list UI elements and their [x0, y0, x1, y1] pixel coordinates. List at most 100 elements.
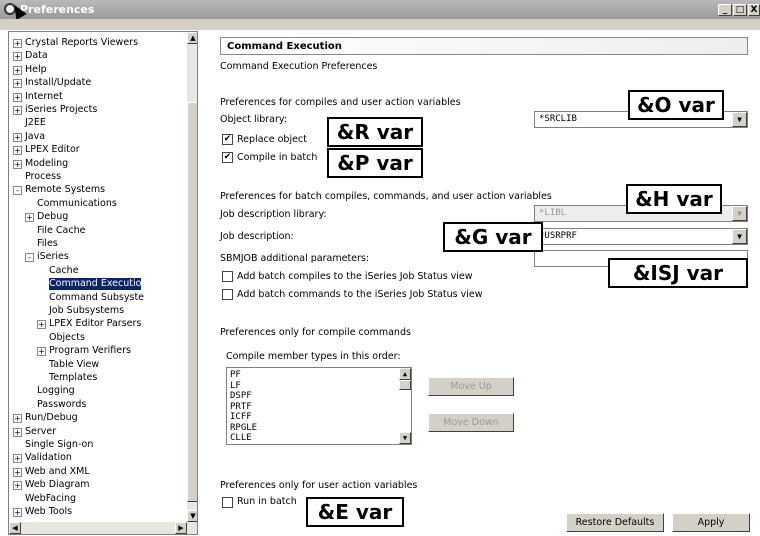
member-types-list[interactable]: PF LF DSPF PRTF ICFF RPGLE CLLE ▲ ▼ — [226, 367, 412, 445]
add-batch-compiles-checkbox[interactable] — [222, 271, 233, 282]
tree-item[interactable]: Process — [25, 171, 61, 183]
tree-item[interactable]: Passwords — [37, 399, 86, 411]
tree-horizontal-scrollbar[interactable]: ◀ ▶ — [9, 522, 197, 534]
list-item[interactable]: LF — [230, 381, 241, 391]
tree-item[interactable]: + Web and XML — [13, 466, 90, 478]
close-icon[interactable]: X — [748, 4, 760, 16]
expand-icon[interactable]: + — [13, 414, 22, 424]
tree-item[interactable]: + LPEX Editor — [13, 144, 80, 156]
tree-item[interactable]: + Debug — [25, 211, 68, 223]
scroll-down-icon[interactable]: ▼ — [399, 432, 411, 444]
expand-icon[interactable]: + — [13, 454, 22, 464]
tree-item[interactable]: + Run/Debug — [13, 412, 78, 424]
chevron-down-icon[interactable]: ▼ — [732, 229, 747, 244]
list-item[interactable]: DSPF — [230, 391, 252, 401]
tree-item[interactable]: Templates — [49, 372, 97, 384]
tree-item-label: Run/Debug — [25, 412, 78, 424]
scroll-left-icon[interactable]: ◀ — [9, 522, 21, 534]
tree-item[interactable]: + Internet — [13, 91, 63, 103]
tree-item[interactable]: + Crystal Reports Viewers — [13, 37, 138, 49]
tree-item[interactable]: Files — [37, 238, 58, 250]
expand-icon[interactable]: + — [13, 106, 22, 115]
tree-item[interactable]: Cache — [49, 265, 79, 277]
tree-item[interactable]: Command Executio — [49, 278, 142, 291]
tree-item[interactable]: WebFacing — [25, 493, 76, 505]
tree-item[interactable]: - Remote Systems — [13, 184, 105, 196]
apply-button[interactable]: Apply — [672, 513, 750, 532]
tree-item[interactable]: Command Subsyste — [49, 292, 144, 304]
page-subtitle: Command Execution Preferences — [220, 61, 378, 72]
scroll-thumb[interactable] — [187, 102, 197, 502]
list-item[interactable]: CLLE — [230, 433, 252, 443]
expand-icon[interactable]: + — [13, 79, 22, 89]
expand-icon[interactable]: + — [13, 39, 22, 48]
list-item[interactable]: PRTF — [230, 402, 252, 412]
list-item[interactable]: ICFF — [230, 412, 252, 422]
tree-item[interactable]: Single Sign-on — [25, 439, 93, 451]
expand-icon[interactable]: + — [25, 213, 34, 223]
move-down-button[interactable]: Move Down — [428, 413, 514, 432]
expand-icon[interactable]: + — [37, 320, 46, 330]
tree-item-label: Data — [25, 50, 48, 62]
tree-item-label: Cache — [49, 264, 79, 276]
tree-vertical-scrollbar[interactable]: ▲ ▼ — [187, 32, 197, 522]
move-up-button[interactable]: Move Up — [428, 377, 514, 396]
tree-item[interactable]: Job Subsystems — [49, 305, 124, 317]
tree-item[interactable]: + Web Diagram — [13, 479, 90, 491]
scroll-down-icon[interactable]: ▼ — [187, 510, 197, 522]
tree-item[interactable]: + Help — [13, 64, 47, 76]
collapse-icon[interactable]: - — [13, 186, 22, 196]
expand-icon[interactable]: + — [13, 52, 22, 62]
tree-item[interactable]: + Data — [13, 50, 48, 62]
compile-in-batch-checkbox[interactable]: ✔ — [222, 152, 233, 163]
tree-item[interactable]: + LPEX Editor Parsers — [37, 318, 141, 330]
scroll-thumb[interactable] — [399, 380, 411, 390]
callout-isj-var: &ISJ var — [608, 258, 748, 288]
expand-icon[interactable]: + — [37, 347, 46, 357]
list-item[interactable]: RPGLE — [230, 423, 257, 433]
window-titlebar[interactable]: Preferences _ □ X — [0, 0, 760, 19]
tree-item-label: Objects — [49, 331, 85, 343]
tree-item[interactable]: + Program Verifiers — [37, 345, 131, 357]
tree-item[interactable]: + Server — [13, 426, 56, 438]
tree-item-label: Process — [25, 171, 62, 182]
tree-item[interactable]: + Install/Update — [13, 77, 91, 89]
tree-item[interactable]: + Modeling — [13, 158, 68, 170]
expand-icon[interactable]: + — [13, 132, 22, 142]
scroll-up-icon[interactable]: ▲ — [399, 368, 411, 380]
maximize-icon[interactable]: □ — [733, 4, 747, 16]
scroll-right-icon[interactable]: ▶ — [175, 522, 187, 534]
tree-item[interactable]: J2EE — [25, 117, 46, 129]
tree-item[interactable]: Objects — [49, 332, 85, 344]
expand-icon[interactable]: + — [13, 92, 22, 102]
replace-object-checkbox[interactable]: ✔ — [222, 134, 233, 145]
tree-item[interactable]: + Validation — [13, 452, 72, 464]
expand-icon[interactable]: + — [13, 467, 22, 477]
add-batch-commands-checkbox[interactable] — [222, 289, 233, 300]
chevron-down-icon[interactable]: ▼ — [732, 112, 747, 127]
tree-item-label: iSeries Projects — [25, 104, 98, 115]
expand-icon[interactable]: + — [13, 481, 22, 491]
tree-item[interactable]: - iSeries — [25, 251, 69, 263]
preferences-tree[interactable]: + Crystal Reports Viewers + Data + Help + Insta… — [8, 31, 198, 535]
expand-icon[interactable]: + — [13, 508, 22, 517]
tree-item[interactable]: Communications — [37, 198, 117, 210]
tree-item[interactable]: + Web Tools — [13, 506, 72, 518]
run-in-batch-checkbox[interactable] — [222, 497, 233, 508]
tree-item[interactable]: File Cache — [37, 225, 85, 237]
tree-item[interactable]: Table View — [49, 359, 99, 371]
job-description-combo[interactable]: *USRPRF ▼ — [534, 228, 748, 245]
restore-defaults-button[interactable]: Restore Defaults — [566, 513, 664, 532]
expand-icon[interactable]: + — [13, 159, 22, 169]
scroll-up-icon[interactable]: ▲ — [187, 32, 197, 44]
minimize-icon[interactable]: _ — [718, 4, 732, 16]
tree-item[interactable]: + Java — [13, 131, 45, 143]
expand-icon[interactable]: + — [13, 427, 22, 437]
collapse-icon[interactable]: - — [25, 253, 34, 263]
list-item[interactable]: PF — [230, 370, 241, 380]
tree-item[interactable]: Logging — [37, 385, 75, 397]
expand-icon[interactable]: + — [13, 65, 22, 75]
expand-icon[interactable]: + — [13, 146, 22, 156]
chevron-down-icon[interactable]: ▼ — [732, 206, 747, 221]
tree-item[interactable]: + iSeries Projects — [13, 104, 97, 116]
